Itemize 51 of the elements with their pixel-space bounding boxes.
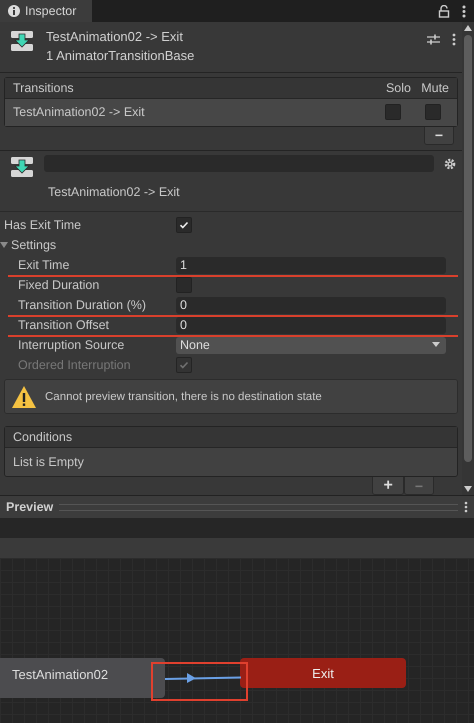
info-icon — [8, 5, 20, 17]
sliders-icon[interactable] — [427, 34, 440, 45]
foldout-toggle[interactable]: Settings — [0, 238, 176, 252]
caret-icon — [0, 241, 8, 249]
object-subtitle: 1 AnimatorTransitionBase — [46, 48, 196, 63]
add-button[interactable]: + — [372, 477, 404, 495]
solo-checkbox[interactable] — [385, 104, 401, 120]
settings-icon[interactable] — [444, 158, 456, 170]
scroll-up-icon[interactable] — [464, 25, 472, 31]
field-label: Has Exit Time — [3, 218, 82, 232]
field-label: Transition Offset — [17, 318, 110, 332]
transition-title: TestAnimation02 -> Exit — [48, 184, 181, 199]
number-field[interactable]: 0 — [176, 316, 446, 334]
lock-icon[interactable] — [438, 4, 450, 18]
field-label: Fixed Duration — [17, 278, 100, 292]
number-field[interactable]: 1 — [176, 256, 446, 274]
scroll-down-icon[interactable] — [464, 486, 472, 492]
check-icon — [179, 220, 189, 230]
field-label: Transition Duration (%) — [17, 298, 148, 312]
scrollbar[interactable] — [462, 22, 474, 495]
transition-row[interactable]: TestAnimation02 -> Exit — [5, 98, 457, 126]
field-label: Interruption Source — [17, 338, 126, 352]
field-label: Ordered Interruption — [17, 358, 132, 372]
object-title: TestAnimation02 -> Exit — [46, 29, 184, 44]
column-header: Mute — [420, 80, 449, 95]
caret-icon — [432, 342, 440, 348]
preview-title: Preview — [6, 500, 54, 514]
remove-button[interactable]: − — [424, 126, 454, 145]
list-title: Conditions — [13, 430, 72, 444]
more-icon[interactable] — [452, 33, 456, 46]
more-icon[interactable] — [464, 501, 468, 513]
more-icon[interactable] — [462, 4, 466, 18]
number-field[interactable]: 0 — [176, 296, 446, 314]
checkbox[interactable] — [176, 277, 192, 293]
warning-icon — [11, 384, 37, 408]
empty-message: List is Empty — [13, 455, 84, 469]
checkbox[interactable] — [176, 217, 192, 233]
list-title: Transitions — [13, 80, 75, 95]
check-icon — [179, 360, 189, 370]
transition-name: TestAnimation02 -> Exit — [13, 105, 146, 120]
transition-icon — [10, 29, 34, 53]
warning-message: Cannot preview transition, there is no destination state — [45, 390, 322, 402]
state-node[interactable]: TestAnimation02 — [0, 658, 165, 698]
transition-arrow[interactable] — [165, 672, 241, 684]
column-header: Solo — [384, 80, 411, 95]
dropdown[interactable]: None — [176, 336, 446, 354]
transition-icon — [10, 154, 34, 179]
mute-checkbox[interactable] — [425, 104, 441, 120]
inspector-tab[interactable]: Inspector — [0, 0, 92, 22]
exit-node[interactable]: Exit — [240, 658, 406, 688]
field-label: Exit Time — [17, 258, 70, 272]
